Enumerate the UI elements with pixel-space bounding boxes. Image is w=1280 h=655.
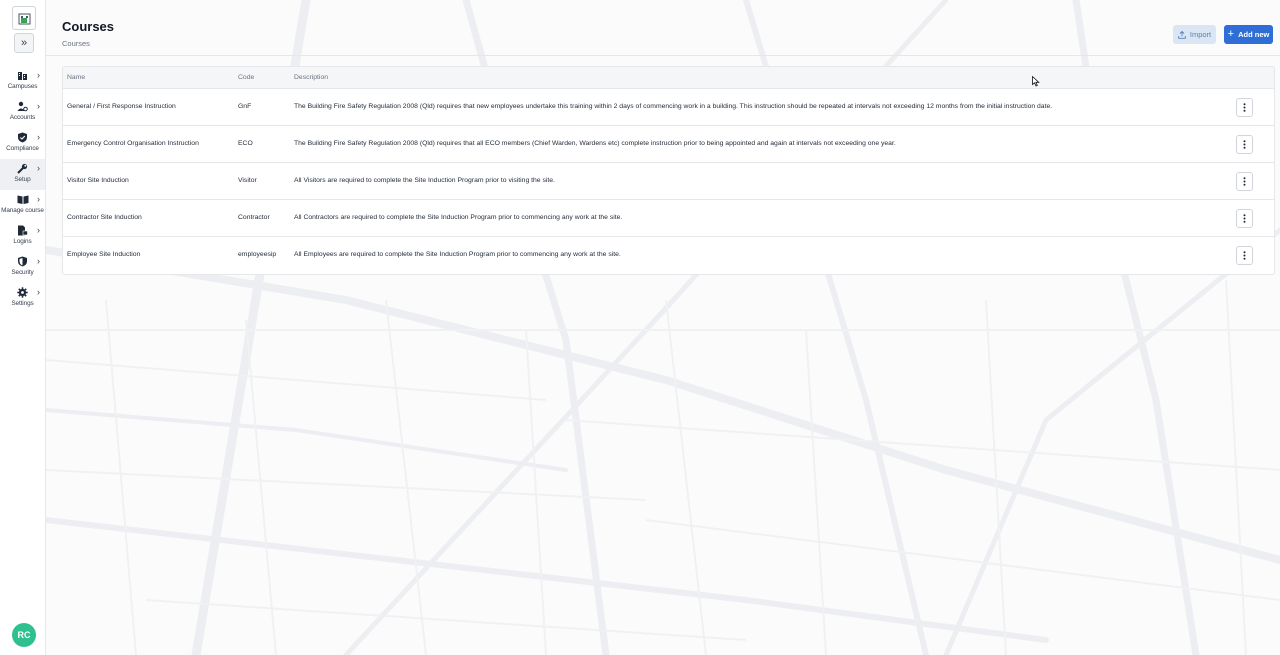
chevron-right-icon: › (37, 194, 40, 204)
gear-icon (17, 286, 29, 298)
courses-table: Name Code Description General / First Re… (62, 66, 1275, 275)
column-header-description[interactable]: Description (294, 74, 328, 81)
sidebar-item-label: Logins (13, 238, 32, 245)
sidebar-item-label: Manage course (1, 207, 44, 214)
wrench-icon (17, 162, 29, 174)
user-avatar[interactable]: RC (12, 623, 36, 647)
sidebar-item-label: Campuses (7, 83, 38, 90)
chevron-right-icon: › (37, 225, 40, 235)
sidebar-item-label: Setup (14, 176, 31, 183)
cell-name: General / First Response Instruction (67, 103, 176, 110)
import-button[interactable]: Import (1173, 25, 1216, 44)
user-gear-icon (17, 100, 29, 112)
sidebar-item-setup[interactable]: Setup › (0, 159, 45, 190)
chevron-right-icon: › (37, 70, 40, 80)
chevron-right-icon: › (37, 163, 40, 173)
header-divider (46, 55, 1280, 56)
row-actions-button[interactable] (1236, 209, 1253, 228)
cell-code: ECO (238, 140, 253, 147)
breadcrumb[interactable]: Courses (62, 39, 90, 48)
kebab-menu-icon (1243, 214, 1246, 223)
cell-code: GnF (238, 103, 252, 110)
sidebar-item-logins[interactable]: Logins › (0, 221, 45, 252)
cell-description: All Visitors are required to complete th… (294, 177, 555, 184)
cell-description: The Building Fire Safety Regulation 2008… (294, 103, 1053, 110)
cell-description: All Employees are required to complete t… (294, 251, 621, 258)
sidebar-item-label: Compliance (6, 145, 39, 152)
cell-name: Visitor Site Induction (67, 177, 129, 184)
mouse-cursor-icon (1032, 76, 1040, 87)
cell-description: The Building Fire Safety Regulation 2008… (294, 140, 896, 147)
add-new-button[interactable]: + Add new (1224, 25, 1273, 44)
kebab-menu-icon (1243, 140, 1246, 149)
import-label: Import (1189, 30, 1212, 39)
kebab-menu-icon (1243, 177, 1246, 186)
sidebar-item-label: Security (11, 269, 34, 276)
table-row[interactable]: Employee Site Induction employeesip All … (63, 237, 1274, 273)
app-logo[interactable] (12, 6, 36, 30)
building-logo-icon (18, 13, 30, 24)
shield-icon (17, 255, 29, 267)
kebab-menu-icon (1243, 103, 1246, 112)
table-row[interactable]: Visitor Site Induction Visitor All Visit… (63, 163, 1274, 200)
sidebar-item-settings[interactable]: Settings › (0, 283, 45, 314)
add-new-label: Add new (1238, 30, 1270, 39)
page-title: Courses (62, 19, 115, 34)
sidebar-item-manage-course[interactable]: Manage course › (0, 190, 45, 221)
cell-name: Emergency Control Organisation Instructi… (67, 140, 199, 147)
page-header: Courses Courses (46, 0, 1280, 56)
sidebar-item-compliance[interactable]: Compliance › (0, 128, 45, 159)
chevron-right-icon: › (37, 132, 40, 142)
double-chevron-right-icon: » (20, 37, 28, 49)
column-header-name[interactable]: Name (67, 74, 85, 81)
cell-name: Employee Site Induction (67, 251, 141, 258)
sidebar-item-accounts[interactable]: Accounts › (0, 97, 45, 128)
shield-check-icon (17, 131, 29, 143)
row-actions-button[interactable] (1236, 172, 1253, 191)
sidebar-item-campuses[interactable]: Campuses › (0, 66, 45, 97)
table-row[interactable]: General / First Response Instruction GnF… (63, 89, 1274, 126)
sidebar: » Campuses › Accounts › Compliance › Set… (0, 0, 46, 655)
sidebar-item-label: Accounts (9, 114, 36, 121)
kebab-menu-icon (1243, 251, 1246, 260)
cell-code: employeesip (238, 251, 277, 258)
plus-icon: + (1227, 28, 1235, 40)
lock-file-icon (17, 224, 29, 236)
sidebar-item-security[interactable]: Security › (0, 252, 45, 283)
row-actions-button[interactable] (1236, 135, 1253, 154)
row-actions-button[interactable] (1236, 246, 1253, 265)
table-row[interactable]: Contractor Site Induction Contractor All… (63, 200, 1274, 237)
sidebar-nav: Campuses › Accounts › Compliance › Setup… (0, 66, 45, 314)
book-icon (17, 193, 29, 205)
cell-name: Contractor Site Induction (67, 214, 142, 221)
expand-sidebar-button[interactable]: » (14, 33, 34, 53)
cell-code: Contractor (238, 214, 270, 221)
column-header-code[interactable]: Code (238, 74, 254, 81)
sidebar-item-label: Settings (11, 300, 34, 307)
upload-icon (1178, 30, 1186, 39)
cell-code: Visitor (238, 177, 257, 184)
chevron-right-icon: › (37, 101, 40, 111)
chevron-right-icon: › (37, 256, 40, 266)
row-actions-button[interactable] (1236, 98, 1253, 117)
table-row[interactable]: Emergency Control Organisation Instructi… (63, 126, 1274, 163)
table-header: Name Code Description (63, 67, 1274, 89)
chevron-right-icon: › (37, 287, 40, 297)
building-icon (17, 69, 29, 81)
cell-description: All Contractors are required to complete… (294, 214, 623, 221)
